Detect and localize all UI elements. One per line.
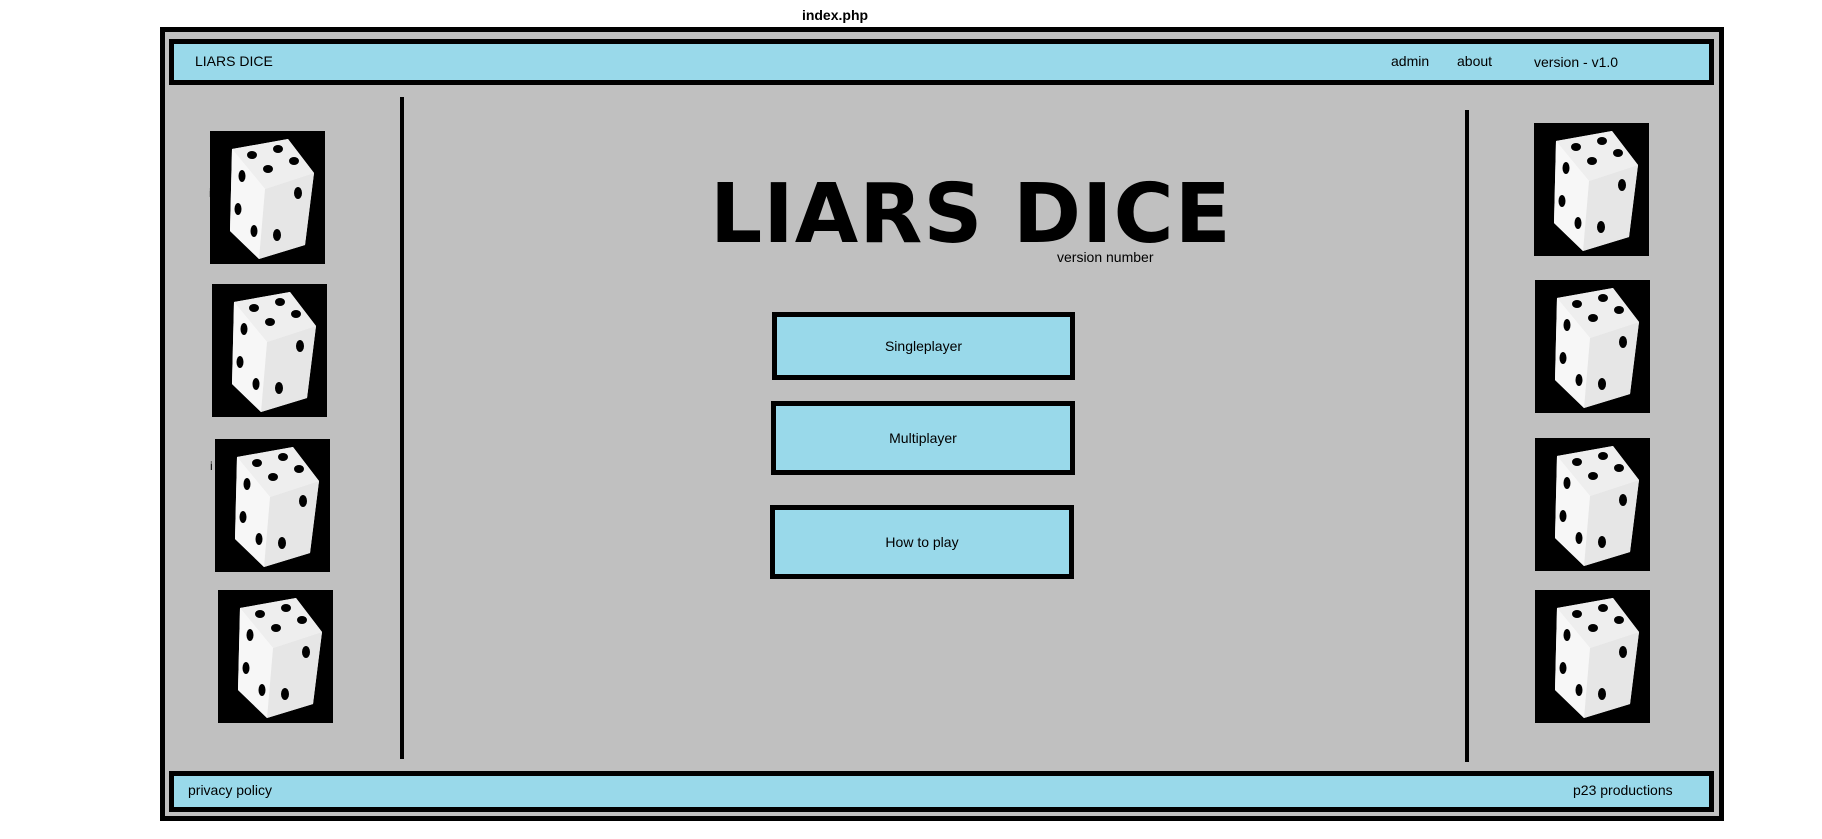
right-column-divider <box>1465 110 1469 762</box>
dice-four-pips-icon <box>212 284 327 417</box>
dice-four-pips-icon <box>215 439 330 572</box>
page-filename: index.php <box>801 7 869 23</box>
footer-credit: p23 productions <box>1573 782 1673 798</box>
singleplayer-button[interactable]: Singleplayer <box>772 312 1075 380</box>
dice-four-pips-icon <box>210 131 325 264</box>
nav-admin-link[interactable]: admin <box>1391 53 1429 69</box>
nav-about-link[interactable]: about <box>1457 53 1492 69</box>
stray-glyph: i <box>210 459 213 473</box>
privacy-policy-link[interactable]: privacy policy <box>188 782 272 798</box>
dice-four-pips-icon <box>1534 123 1649 256</box>
dice-four-pips-icon <box>218 590 333 723</box>
multiplayer-button[interactable]: Multiplayer <box>771 401 1075 475</box>
how-to-play-button[interactable]: How to play <box>770 505 1074 579</box>
dice-four-pips-icon <box>1535 280 1650 413</box>
version-number-label: version number <box>1057 249 1154 265</box>
site-title[interactable]: LIARS DICE <box>195 53 273 69</box>
left-column-divider <box>400 97 404 759</box>
footer-bar <box>169 771 1714 812</box>
dice-four-pips-icon <box>1535 590 1650 723</box>
header-version-label: version - v1.0 <box>1534 54 1619 70</box>
dice-four-pips-icon <box>1535 438 1650 571</box>
